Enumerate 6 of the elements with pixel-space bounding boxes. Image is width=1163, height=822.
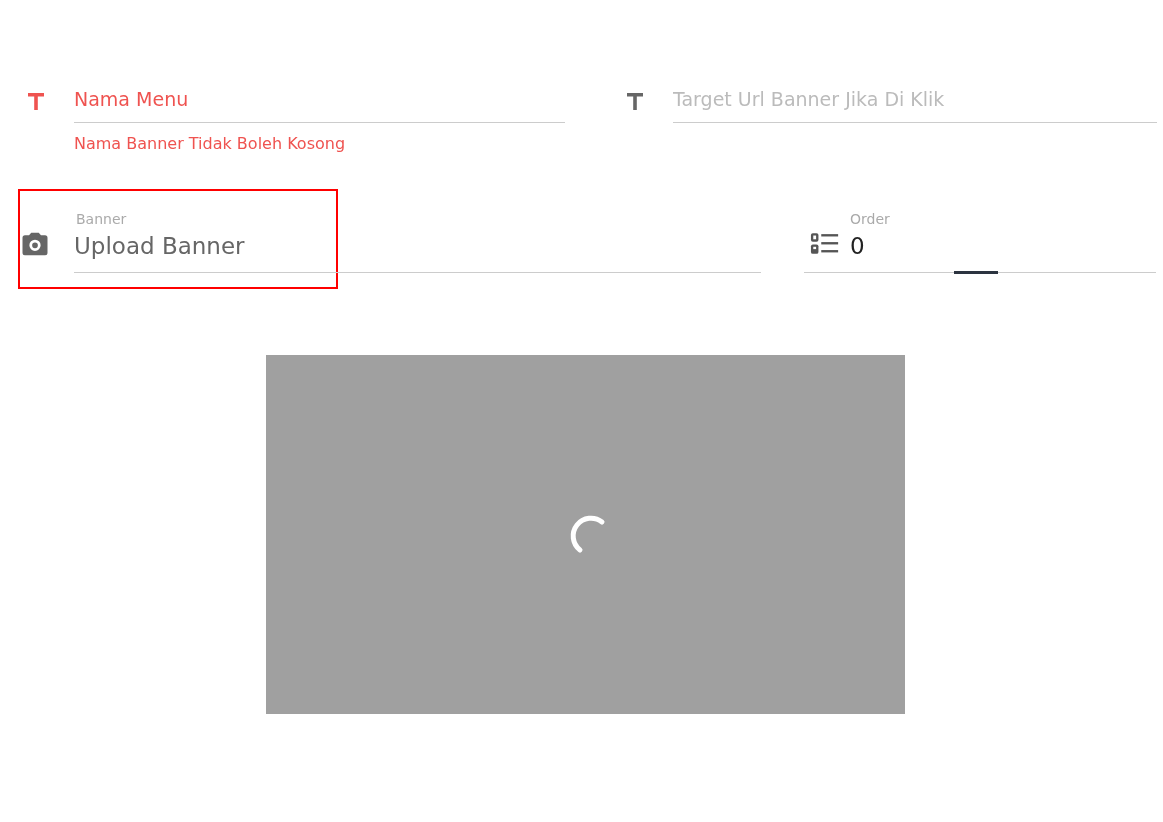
input-field[interactable]: Nama Menu — [74, 84, 565, 123]
input-field[interactable]: Banner Upload Banner — [74, 211, 761, 273]
numbered-list-icon — [810, 231, 840, 256]
error-message: Nama Banner Tidak Boleh Kosong — [74, 134, 347, 153]
input-field[interactable]: Target Url Banner Jika Di Klik — [673, 84, 1157, 123]
input-field[interactable]: Order 0 — [850, 211, 1156, 272]
